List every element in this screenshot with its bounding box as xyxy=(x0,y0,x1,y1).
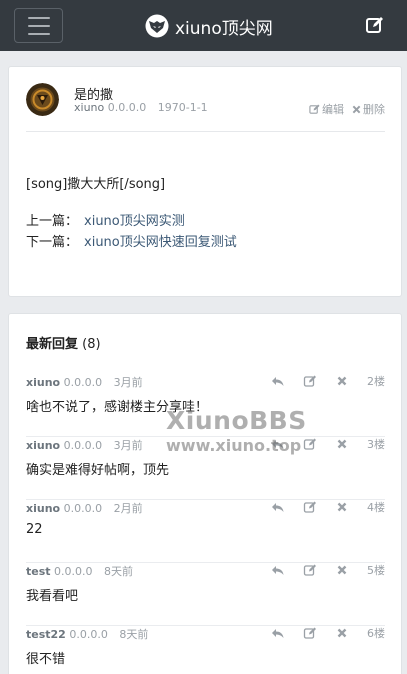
reply-item: xiuno 0.0.0.0 2月前 4楼 22 xyxy=(26,500,385,563)
avatar-image xyxy=(26,83,59,116)
avatar[interactable] xyxy=(26,83,59,116)
reply-meta: test 0.0.0.0 8天前 xyxy=(26,563,133,579)
reply-item: test22 0.0.0.0 8天前 6楼 很不错 xyxy=(26,626,385,674)
reply-icon[interactable] xyxy=(271,563,285,577)
reply-icon[interactable] xyxy=(271,374,285,388)
reply-actions: 2楼 xyxy=(253,373,385,389)
reply-actions: 4楼 xyxy=(253,499,385,515)
thread-body: [song]撒大大所[/song] xyxy=(26,177,166,192)
next-thread-link[interactable]: xiuno顶尖网快速回复测试 xyxy=(84,235,237,250)
reply-icon[interactable] xyxy=(271,437,285,451)
reply-author[interactable]: xiuno xyxy=(26,376,60,389)
reply-content: 我看看吧 xyxy=(26,589,79,604)
edit-icon[interactable] xyxy=(303,500,317,514)
menu-toggle-button[interactable] xyxy=(14,8,63,43)
thread-nav: 上一篇： xiuno顶尖网实测 下一篇： xiuno顶尖网快速回复测试 xyxy=(26,211,237,253)
reply-meta: xiuno 0.0.0.0 3月前 xyxy=(26,374,143,390)
reply-floor: 6楼 xyxy=(367,627,385,640)
replies-heading: 最新回复 (8) xyxy=(26,337,101,352)
delete-icon[interactable] xyxy=(335,374,349,388)
reply-floor: 5楼 xyxy=(367,564,385,577)
brand-name: xiuno顶尖网 xyxy=(175,18,273,39)
reply-content: 很不错 xyxy=(26,652,66,667)
edit-thread-button[interactable]: 编辑 xyxy=(309,101,344,117)
replies-card: 最新回复 (8) xiuno 0.0.0.0 3月前 2楼 啥也不说了，感谢楼主… xyxy=(8,313,402,674)
thread-meta: xiuno 0.0.0.0 1970-1-1 xyxy=(74,101,208,114)
reply-item: test 0.0.0.0 8天前 5楼 我看看吧 xyxy=(26,563,385,626)
reply-time: 3月前 xyxy=(113,376,143,389)
edit-icon[interactable] xyxy=(303,626,317,640)
reply-author[interactable]: xiuno xyxy=(26,439,60,452)
reply-time: 8天前 xyxy=(119,628,149,641)
reply-ip: 0.0.0.0 xyxy=(63,376,103,389)
reply-floor: 3楼 xyxy=(367,438,385,451)
thread-ip: 0.0.0.0 xyxy=(107,101,147,114)
thread-card: 是的撒 xiuno 0.0.0.0 1970-1-1 编辑 删除 [song]撒… xyxy=(8,66,402,297)
top-navbar: xiuno顶尖网 xyxy=(0,0,407,51)
reply-time: 8天前 xyxy=(104,565,134,578)
reply-ip: 0.0.0.0 xyxy=(69,628,108,641)
brand-logo-icon xyxy=(145,14,169,38)
reply-ip: 0.0.0.0 xyxy=(63,502,103,515)
close-icon xyxy=(352,105,361,113)
reply-actions: 5楼 xyxy=(253,562,385,578)
reply-time: 2月前 xyxy=(113,502,143,515)
reply-icon[interactable] xyxy=(271,626,285,640)
divider xyxy=(26,131,385,132)
reply-author[interactable]: xiuno xyxy=(26,502,60,515)
delete-icon[interactable] xyxy=(335,626,349,640)
reply-content: 22 xyxy=(26,522,43,537)
reply-meta: xiuno 0.0.0.0 3月前 xyxy=(26,437,143,453)
delete-icon[interactable] xyxy=(335,563,349,577)
prev-thread: 上一篇： xiuno顶尖网实测 xyxy=(26,214,185,229)
hamburger-icon xyxy=(27,16,50,19)
reply-ip: 0.0.0.0 xyxy=(54,565,93,578)
reply-actions: 3楼 xyxy=(253,436,385,452)
reply-ip: 0.0.0.0 xyxy=(63,439,103,452)
reply-item: xiuno 0.0.0.0 3月前 2楼 啥也不说了，感谢楼主分享哇！ xyxy=(26,374,385,437)
delete-icon[interactable] xyxy=(335,500,349,514)
reply-meta: xiuno 0.0.0.0 2月前 xyxy=(26,500,143,516)
edit-icon[interactable] xyxy=(303,374,317,388)
reply-floor: 4楼 xyxy=(367,501,385,514)
site-brand[interactable]: xiuno顶尖网 xyxy=(145,12,273,40)
next-thread: 下一篇： xiuno顶尖网快速回复测试 xyxy=(26,235,237,250)
edit-icon[interactable] xyxy=(303,437,317,451)
thread-date: 1970-1-1 xyxy=(157,101,208,114)
prev-thread-link[interactable]: xiuno顶尖网实测 xyxy=(84,214,185,229)
reply-floor: 2楼 xyxy=(367,375,385,388)
reply-actions: 6楼 xyxy=(253,625,385,641)
reply-icon[interactable] xyxy=(271,500,285,514)
reply-time: 3月前 xyxy=(113,439,143,452)
reply-content: 啥也不说了，感谢楼主分享哇！ xyxy=(26,400,209,415)
reply-content: 确实是难得好帖啊，顶先 xyxy=(26,463,170,478)
delete-thread-button[interactable]: 删除 xyxy=(352,101,385,117)
edit-icon xyxy=(309,103,320,114)
thread-actions: 编辑 删除 xyxy=(309,101,385,117)
edit-icon[interactable] xyxy=(303,563,317,577)
reply-author[interactable]: test22 xyxy=(26,628,66,641)
reply-author[interactable]: test xyxy=(26,565,51,578)
reply-meta: test22 0.0.0.0 8天前 xyxy=(26,626,148,642)
new-post-icon[interactable] xyxy=(365,15,385,35)
thread-author[interactable]: xiuno xyxy=(74,101,104,114)
reply-item: xiuno 0.0.0.0 3月前 3楼 确实是难得好帖啊，顶先 xyxy=(26,437,385,500)
delete-icon[interactable] xyxy=(335,437,349,451)
